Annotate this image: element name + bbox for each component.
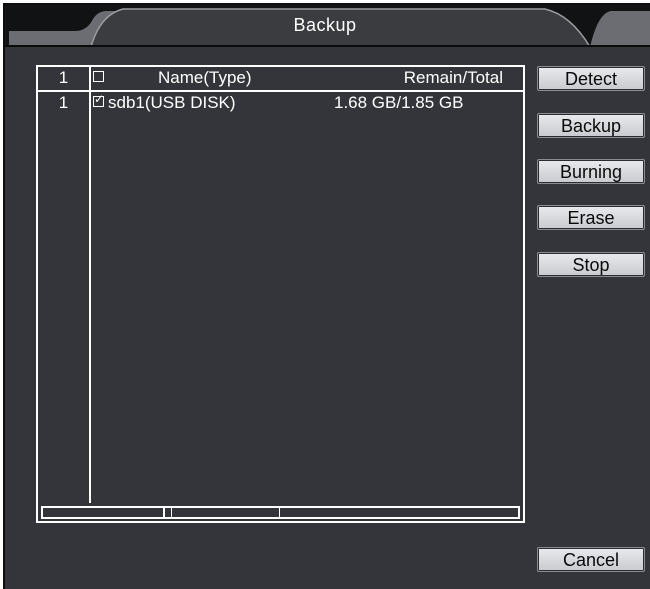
check-mark-icon: ✓: [94, 92, 105, 106]
device-name: sdb1(USB DISK): [108, 93, 236, 112]
backup-button[interactable]: Backup: [537, 113, 645, 138]
header-remain-total: Remain/Total: [403, 68, 503, 87]
title-bar: Backup: [5, 5, 650, 47]
table-row[interactable]: 1 ✓ sdb1(USB DISK) 1.68 GB/1.85 GB: [38, 93, 523, 115]
cancel-button[interactable]: Cancel: [537, 547, 645, 572]
column-divider: [89, 67, 91, 503]
backup-dialog: Backup 1 Name(Type) Remain/Total 1 ✓ sdb…: [3, 3, 650, 589]
burning-button[interactable]: Burning: [537, 159, 645, 184]
device-list[interactable]: 1 Name(Type) Remain/Total 1 ✓ sdb1(USB D…: [36, 65, 525, 523]
list-header: 1 Name(Type) Remain/Total: [38, 68, 523, 90]
row-index: 1: [58, 93, 69, 112]
scrollbar-grip-icon: [164, 508, 172, 517]
window-title: Backup: [293, 15, 357, 35]
scrollbar-thumb[interactable]: [163, 507, 280, 518]
header-name: Name(Type): [158, 68, 252, 87]
stop-button[interactable]: Stop: [537, 252, 645, 277]
row-checkbox[interactable]: ✓: [93, 92, 105, 107]
header-divider: [38, 90, 523, 92]
select-all-checkbox[interactable]: [93, 71, 104, 82]
device-capacity: 1.68 GB/1.85 GB: [334, 93, 464, 112]
detect-button[interactable]: Detect: [537, 66, 645, 91]
erase-button[interactable]: Erase: [537, 205, 645, 230]
horizontal-scrollbar[interactable]: [41, 506, 520, 519]
header-index: 1: [58, 68, 69, 87]
